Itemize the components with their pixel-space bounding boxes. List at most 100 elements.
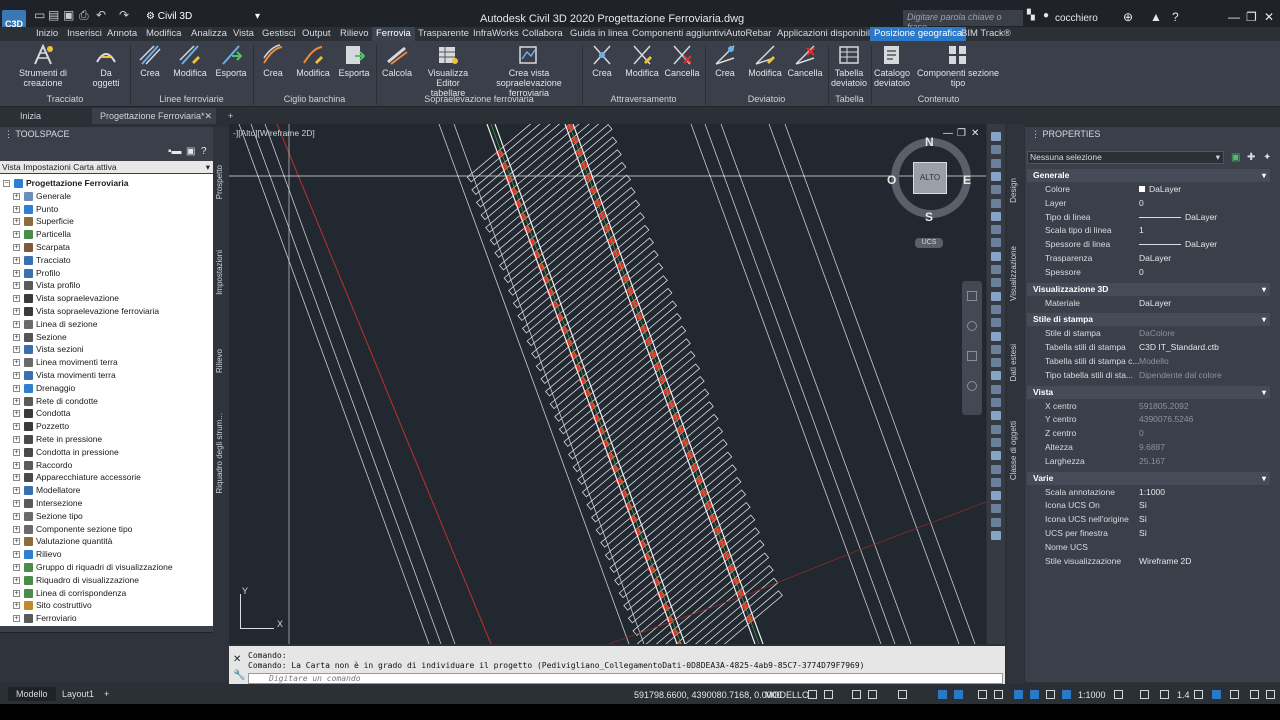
- collapse-icon[interactable]: −: [3, 180, 10, 187]
- expand-icon[interactable]: +: [13, 256, 20, 264]
- tool-icon[interactable]: [991, 304, 1001, 314]
- vtab-impostazioni[interactable]: Impostazioni: [215, 250, 224, 295]
- save-icon[interactable]: ▣: [63, 8, 74, 22]
- vtab-dati-estesi[interactable]: Dati estesi: [1009, 344, 1018, 381]
- tool-icon[interactable]: [991, 225, 1001, 235]
- command-settings-icon[interactable]: 🔧: [233, 670, 245, 681]
- undo-icon[interactable]: ↶: [96, 8, 106, 22]
- auto-scale-icon[interactable]: [1046, 690, 1055, 699]
- expand-icon[interactable]: +: [13, 461, 20, 469]
- property-row[interactable]: Stile visualizzazione Wireframe 2D: [1027, 555, 1270, 569]
- menu-tab-17[interactable]: Posizione geografica: [870, 27, 967, 41]
- selection-select[interactable]: Nessuna selezione ▾: [1027, 151, 1224, 164]
- tool-icon[interactable]: [991, 265, 1001, 274]
- binoculars-icon[interactable]: ▚: [1027, 10, 1035, 21]
- tool-icon[interactable]: [991, 358, 1001, 368]
- property-row[interactable]: Trasparenza DaLayer: [1027, 252, 1270, 266]
- new-file-icon[interactable]: ▭: [34, 8, 45, 22]
- property-row[interactable]: Stile di stampa DaColore: [1027, 327, 1270, 341]
- chevron-up-icon[interactable]: ▾: [1262, 283, 1266, 296]
- tool-icon[interactable]: [991, 185, 1001, 195]
- properties-section[interactable]: Varie ▾: [1027, 471, 1270, 485]
- expand-icon[interactable]: +: [13, 410, 20, 418]
- isodraft-icon[interactable]: [898, 690, 907, 699]
- polar-icon[interactable]: [868, 690, 877, 699]
- tool-icon[interactable]: [991, 132, 1001, 141]
- crea-deviatoio-button[interactable]: Crea: [709, 44, 741, 78]
- tool-icon[interactable]: [991, 451, 1001, 461]
- property-row[interactable]: Tipo tabella stili di sta... Dipendente d…: [1027, 369, 1270, 383]
- exchange-icon[interactable]: ▲: [1150, 10, 1162, 24]
- print-icon[interactable]: ⎙: [79, 8, 89, 23]
- expand-icon[interactable]: +: [13, 218, 20, 226]
- toggle-pickadd-icon[interactable]: ✦: [1263, 152, 1271, 163]
- catalogo-deviatoio-button[interactable]: Catalogo deviatoio: [873, 44, 911, 88]
- search-input[interactable]: Digitare parola chiave o frase: [903, 10, 1023, 32]
- close-command-icon[interactable]: ✕: [233, 654, 241, 665]
- expand-icon[interactable]: +: [13, 346, 20, 354]
- property-row[interactable]: Layer 0: [1027, 197, 1270, 211]
- workspace-select[interactable]: ⚙ Civil 3D ▾: [146, 11, 266, 25]
- expand-icon[interactable]: +: [13, 525, 20, 533]
- modifica-attraversamento-button[interactable]: Modifica: [624, 44, 660, 78]
- expand-icon[interactable]: +: [13, 244, 20, 251]
- tool-icon[interactable]: [991, 531, 1001, 540]
- menu-tab-1[interactable]: Inserisci: [63, 27, 106, 41]
- expand-icon[interactable]: +: [13, 282, 20, 290]
- viewport-minimize-icon[interactable]: —: [943, 128, 953, 139]
- menu-tab-8[interactable]: Rilievo: [336, 27, 373, 41]
- tool-icon[interactable]: [991, 491, 1001, 501]
- da-oggetti-button[interactable]: Da oggetti: [86, 44, 126, 88]
- property-row[interactable]: Colore DaLayer: [1027, 183, 1270, 197]
- workspace-gear-icon[interactable]: [1114, 690, 1123, 699]
- property-row[interactable]: Nome UCS: [1027, 541, 1270, 555]
- drawing-viewport[interactable]: -][Alto][Wireframe 2D] ALTO N S E O UCS …: [229, 124, 986, 644]
- tool-icon[interactable]: [991, 211, 1001, 221]
- tool-icon[interactable]: [991, 291, 1001, 301]
- viewcube-top[interactable]: ALTO: [913, 162, 947, 194]
- property-row[interactable]: Tabella stili di stampa C3D IT_Standard.c…: [1027, 341, 1270, 355]
- expand-icon[interactable]: +: [13, 589, 20, 597]
- tool-icon[interactable]: [991, 384, 1001, 394]
- close-window-icon[interactable]: ✕: [1264, 10, 1274, 24]
- menu-tab-16[interactable]: Applicazioni disponibili: [773, 27, 876, 41]
- property-row[interactable]: Y centro 4390076.5246: [1027, 413, 1270, 427]
- tool-icon[interactable]: [991, 398, 1001, 407]
- command-input[interactable]: Digitare un comando: [248, 673, 1003, 684]
- property-row[interactable]: Z centro 0: [1027, 427, 1270, 441]
- expand-icon[interactable]: +: [13, 205, 20, 213]
- expand-icon[interactable]: +: [13, 372, 20, 379]
- close-tab-icon[interactable]: ✕: [204, 108, 212, 124]
- chevron-up-icon[interactable]: ▾: [1262, 386, 1266, 399]
- compass-east[interactable]: E: [963, 173, 971, 187]
- chevron-up-icon[interactable]: ▾: [1262, 169, 1266, 182]
- redo-icon[interactable]: ↷: [119, 8, 129, 22]
- tabella-deviatoio-button[interactable]: Tabella deviatoio: [830, 44, 868, 88]
- compass-north[interactable]: N: [925, 135, 934, 149]
- tool-icon[interactable]: [991, 278, 1001, 288]
- object-snap-tracking-icon[interactable]: [938, 690, 947, 699]
- expand-icon[interactable]: +: [13, 602, 20, 610]
- componenti-sezione-tipo-button[interactable]: Componenti sezione tipo: [912, 44, 1004, 88]
- expand-icon[interactable]: +: [13, 269, 20, 277]
- menu-tab-13[interactable]: Guida in linea: [566, 27, 632, 41]
- tool-icon[interactable]: [991, 437, 1001, 447]
- expand-icon[interactable]: +: [13, 320, 20, 328]
- tab-modello[interactable]: Modello: [8, 687, 56, 701]
- property-row[interactable]: X centro 591805.2092: [1027, 400, 1270, 414]
- menu-tab-11[interactable]: InfraWorks: [469, 27, 523, 41]
- tool-icon[interactable]: [991, 424, 1001, 434]
- menu-tab-2[interactable]: Annota: [103, 27, 141, 41]
- modifica-deviatoio-button[interactable]: Modifica: [747, 44, 783, 78]
- tool-icon[interactable]: [991, 251, 1001, 261]
- clean-screen-icon[interactable]: [1230, 690, 1239, 699]
- calcola-button[interactable]: Calcola: [380, 44, 414, 78]
- user-name[interactable]: cocchiero: [1055, 13, 1098, 24]
- expand-icon[interactable]: +: [13, 474, 20, 482]
- annotation-monitor-icon[interactable]: [1140, 690, 1149, 699]
- property-row[interactable]: Scala annotazione 1:1000: [1027, 486, 1270, 500]
- zoom-icon[interactable]: [967, 351, 977, 361]
- properties-section[interactable]: Stile di stampa ▾: [1027, 313, 1270, 327]
- expand-icon[interactable]: +: [13, 397, 20, 405]
- crea-vista-sopraelevazione-button[interactable]: Crea vista sopraelevazione ferroviaria: [480, 44, 578, 98]
